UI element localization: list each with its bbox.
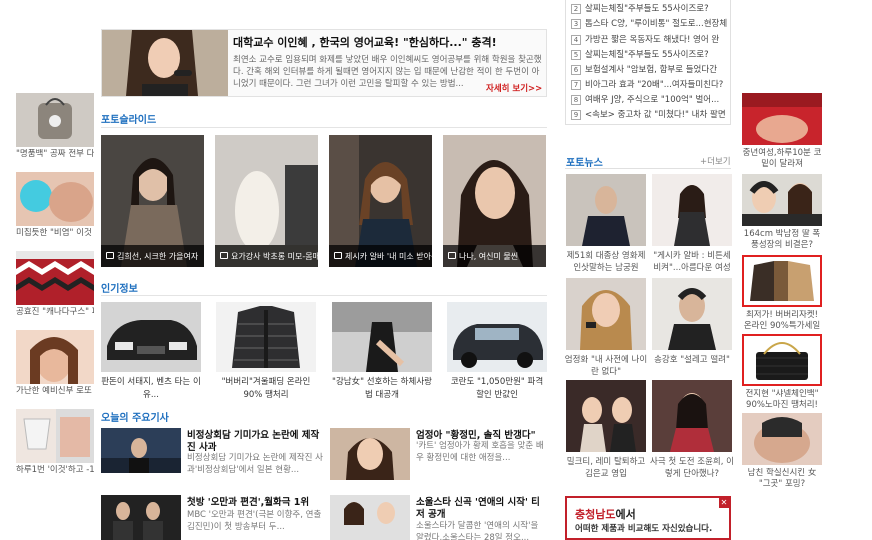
popular-caption[interactable]: 코란도 "1,050만원" 파격할인 반값인 [447,376,547,402]
today-news-desc: MBC '오만과 편견'(극본 이향주, 연출 김진민)이 첫 방송부터 두..… [187,510,322,532]
today-news-image[interactable] [101,428,181,473]
rank-item[interactable]: 7 비아그라 효과 "20배"...여자들미친다? [571,79,729,93]
photo-news-image[interactable] [652,278,732,350]
photo-news-caption[interactable]: 밀크티, 레미 탈퇴하고 김은교 영입 [564,456,648,480]
photo-news-image[interactable] [566,380,646,452]
left-ad-2[interactable]: 미칩듯한 "비염" 이것 쓰니 뻥 뚫려 [16,172,94,250]
photo-news-caption[interactable]: 엄정화 "내 사전에 나이란 없다" [564,354,648,378]
photo-news-image[interactable] [566,174,646,246]
rank-item[interactable]: 5 살찌는체질"주부들도 55사이즈로? [571,49,729,63]
today-news-headline[interactable]: 비정상회담 기미가요 논란에 제작진 사과 [187,430,323,454]
rank-item[interactable]: 9 <속보> 중고차 값 "미쳤다!" 내차 팔면 [571,109,729,123]
photo-news-caption[interactable]: 제51회 대종상 영화제 인삿말하는 남궁원 [564,250,648,274]
ad-image [742,174,822,226]
ad-image [16,93,94,147]
rank-item[interactable]: 8 여배우 J양, 주식으로 "100억" 벌어... [571,94,729,108]
ad-caption: 공효진 "캐나다구스" 파격! 가격보니 [16,307,94,317]
ad-caption: "명품백" 공짜 전부 다 가져가세요!! [16,149,94,159]
left-ad-5[interactable]: 하루1번 '이것'하고 -17kg 감량? [16,409,94,487]
rank-item[interactable]: 2 살찌는체질"주부들도 55사이즈로? [571,3,729,17]
ad-caption: 가난한 예비신부 로또 1등 당첨되자 [16,386,94,396]
photo-slide-item[interactable]: 김희선, 시크한 가을여자 [101,135,204,267]
ad-image [742,413,822,465]
banner-text: 충청남도에서 [575,508,636,521]
photo-news-image[interactable] [652,174,732,246]
popular-item-image[interactable] [216,302,316,372]
today-news-desc: 비정상회담 기미가요 논란에 제작진 사과'비정상회담'에서 일본 현황... [187,453,323,475]
ad-caption: 최저가! 버버리자켓! 온라인 90%특가세일 [743,310,821,331]
today-news-desc: '카트' 엄정아가 황제 호흡을 맞춘 배우 황정민에 대한 애정을... [416,441,544,463]
photo-slide-item[interactable]: 제시카 알바 '내 미소 받아주실래요' [329,135,432,267]
rank-item[interactable]: 3 톱스타 C양, "루이비통" 절도로...현장체 [571,18,729,32]
divider [101,295,547,296]
right-ad-5[interactable]: 남친 학실신시킨 女 "그곳" 포밍? [742,413,822,490]
divider [101,127,547,128]
close-icon[interactable]: ✕ [719,498,729,508]
ad-caption: 하루1번 '이것'하고 -17kg 감량? [16,465,94,475]
ad-caption: 전지현 "샤넬체인백" 90%노마진 땡처리! [745,389,819,410]
right-ad-4[interactable]: 전지현 "샤넬체인백" 90%노마진 땡처리! [742,334,822,411]
ad-image [742,334,822,386]
divider [565,168,731,169]
ad-caption: 164cm 박남정 딸 폭풍성장의 비결은? [743,229,821,250]
rank-item[interactable]: 4 가방끈 짧은 옥동자도 해냈다! 영어 완 [571,34,729,48]
photo-caption: 나나, 여신미 물씬 [443,245,546,267]
ad-image [742,255,822,307]
photo-news-caption[interactable]: "게시카 알바 : 비튼세 비켜"...아름다운 여성 [650,250,734,274]
today-news-title: 오늘의 주요기사 [101,413,169,424]
popular-caption[interactable]: "강남女" 선호하는 하체사랑법 대공개 [332,376,432,402]
ad-caption: 남친 학실신시킨 女 "그곳" 포밍? [747,468,817,489]
photo-news-image[interactable] [652,380,732,452]
ad-image [742,93,822,145]
photo-news-image[interactable] [566,278,646,350]
featured-article[interactable]: 대학교수 이인혜 , 한국의 영어교육! "한심하다..." 충격! 최연소 교… [101,29,547,97]
photo-slide-item[interactable]: 요가강사 박초롱 미모-몸매 '우월해' [215,135,318,267]
today-news-image[interactable] [330,428,410,480]
right-ad-1[interactable]: 중년여성,하루10분 코밑이 달라져 [742,93,822,170]
today-news-image[interactable] [330,495,410,540]
popular-item-image[interactable] [332,302,432,372]
right-ad-2[interactable]: 164cm 박남정 딸 폭풍성장의 비결은? [742,174,822,251]
today-news-image[interactable] [101,495,181,540]
ad-caption: 중년여성,하루10분 코밑이 달라져 [742,148,822,169]
ad-image [16,251,94,305]
right-ad-3[interactable]: 최저가! 버버리자켓! 온라인 90%특가세일 [742,255,822,332]
photo-caption: 요가강사 박초롱 미모-몸매 '우월해' [215,245,318,267]
popular-caption[interactable]: 판돈이 서태지, 벤츠 타는 이유... [101,376,201,402]
today-news-headline[interactable]: 소울스타 신곡 '연애의 시작' 티저 공개 [416,497,548,521]
popular-title: 인기정보 [101,284,138,295]
photo-news-caption[interactable]: 사극 첫 도전 조윤희, 이렇게 단아했나? [650,456,734,480]
photo-news-caption[interactable]: 송강호 "설레고 떨려" [650,354,734,378]
left-ad-1[interactable]: "명품백" 공짜 전부 다 가져가세요!! [16,93,94,171]
popular-item-image[interactable] [447,302,547,372]
left-ad-3[interactable]: 공효진 "캐나다구스" 파격! 가격보니 [16,251,94,329]
photo-caption: 김희선, 시크한 가을여자 [101,245,204,267]
photo-news-more-link[interactable]: +더보기 [700,155,731,167]
featured-image [102,30,228,96]
photo-slide-title: 포토슬라이드 [101,115,157,126]
today-news-desc: 소울스타가 달콤한 '연애의 시작'을 알렸다.소울스타는 28일 정오... [416,521,539,540]
photo-news-title: 포토뉴스 [566,158,603,169]
ad-caption: 미칩듯한 "비염" 이것 쓰니 뻥 뚫려 [16,228,94,238]
popular-item-image[interactable] [101,302,201,372]
popular-caption[interactable]: "버버리"겨울패딩 온라인 90% 땡처리 [216,376,316,402]
photo-slide-item[interactable]: 나나, 여신미 물씬 [443,135,546,267]
ad-image [16,172,94,226]
photo-caption: 제시카 알바 '내 미소 받아주실래요' [329,245,432,267]
ad-image [16,330,94,384]
banner-subtext: 어떠한 제품과 비교해도 자신있습니다. [575,524,713,534]
rank-item[interactable]: 6 보험설계사 "암보험, 함부로 들었다간 [571,64,729,78]
featured-title[interactable]: 대학교수 이인혜 , 한국의 영어교육! "한심하다..." 충격! [233,37,543,49]
left-ad-4[interactable]: 가난한 예비신부 로또 1등 당첨되자 [16,330,94,408]
ad-image [16,409,94,463]
region-banner[interactable]: 충청남도에서 어떠한 제품과 비교해도 자신있습니다. ✕ [565,496,731,540]
featured-more-link[interactable]: 자세히 보기>> [486,82,542,94]
today-news-headline[interactable]: 첫방 '오만과 편견',월화극 1위 [187,497,323,509]
